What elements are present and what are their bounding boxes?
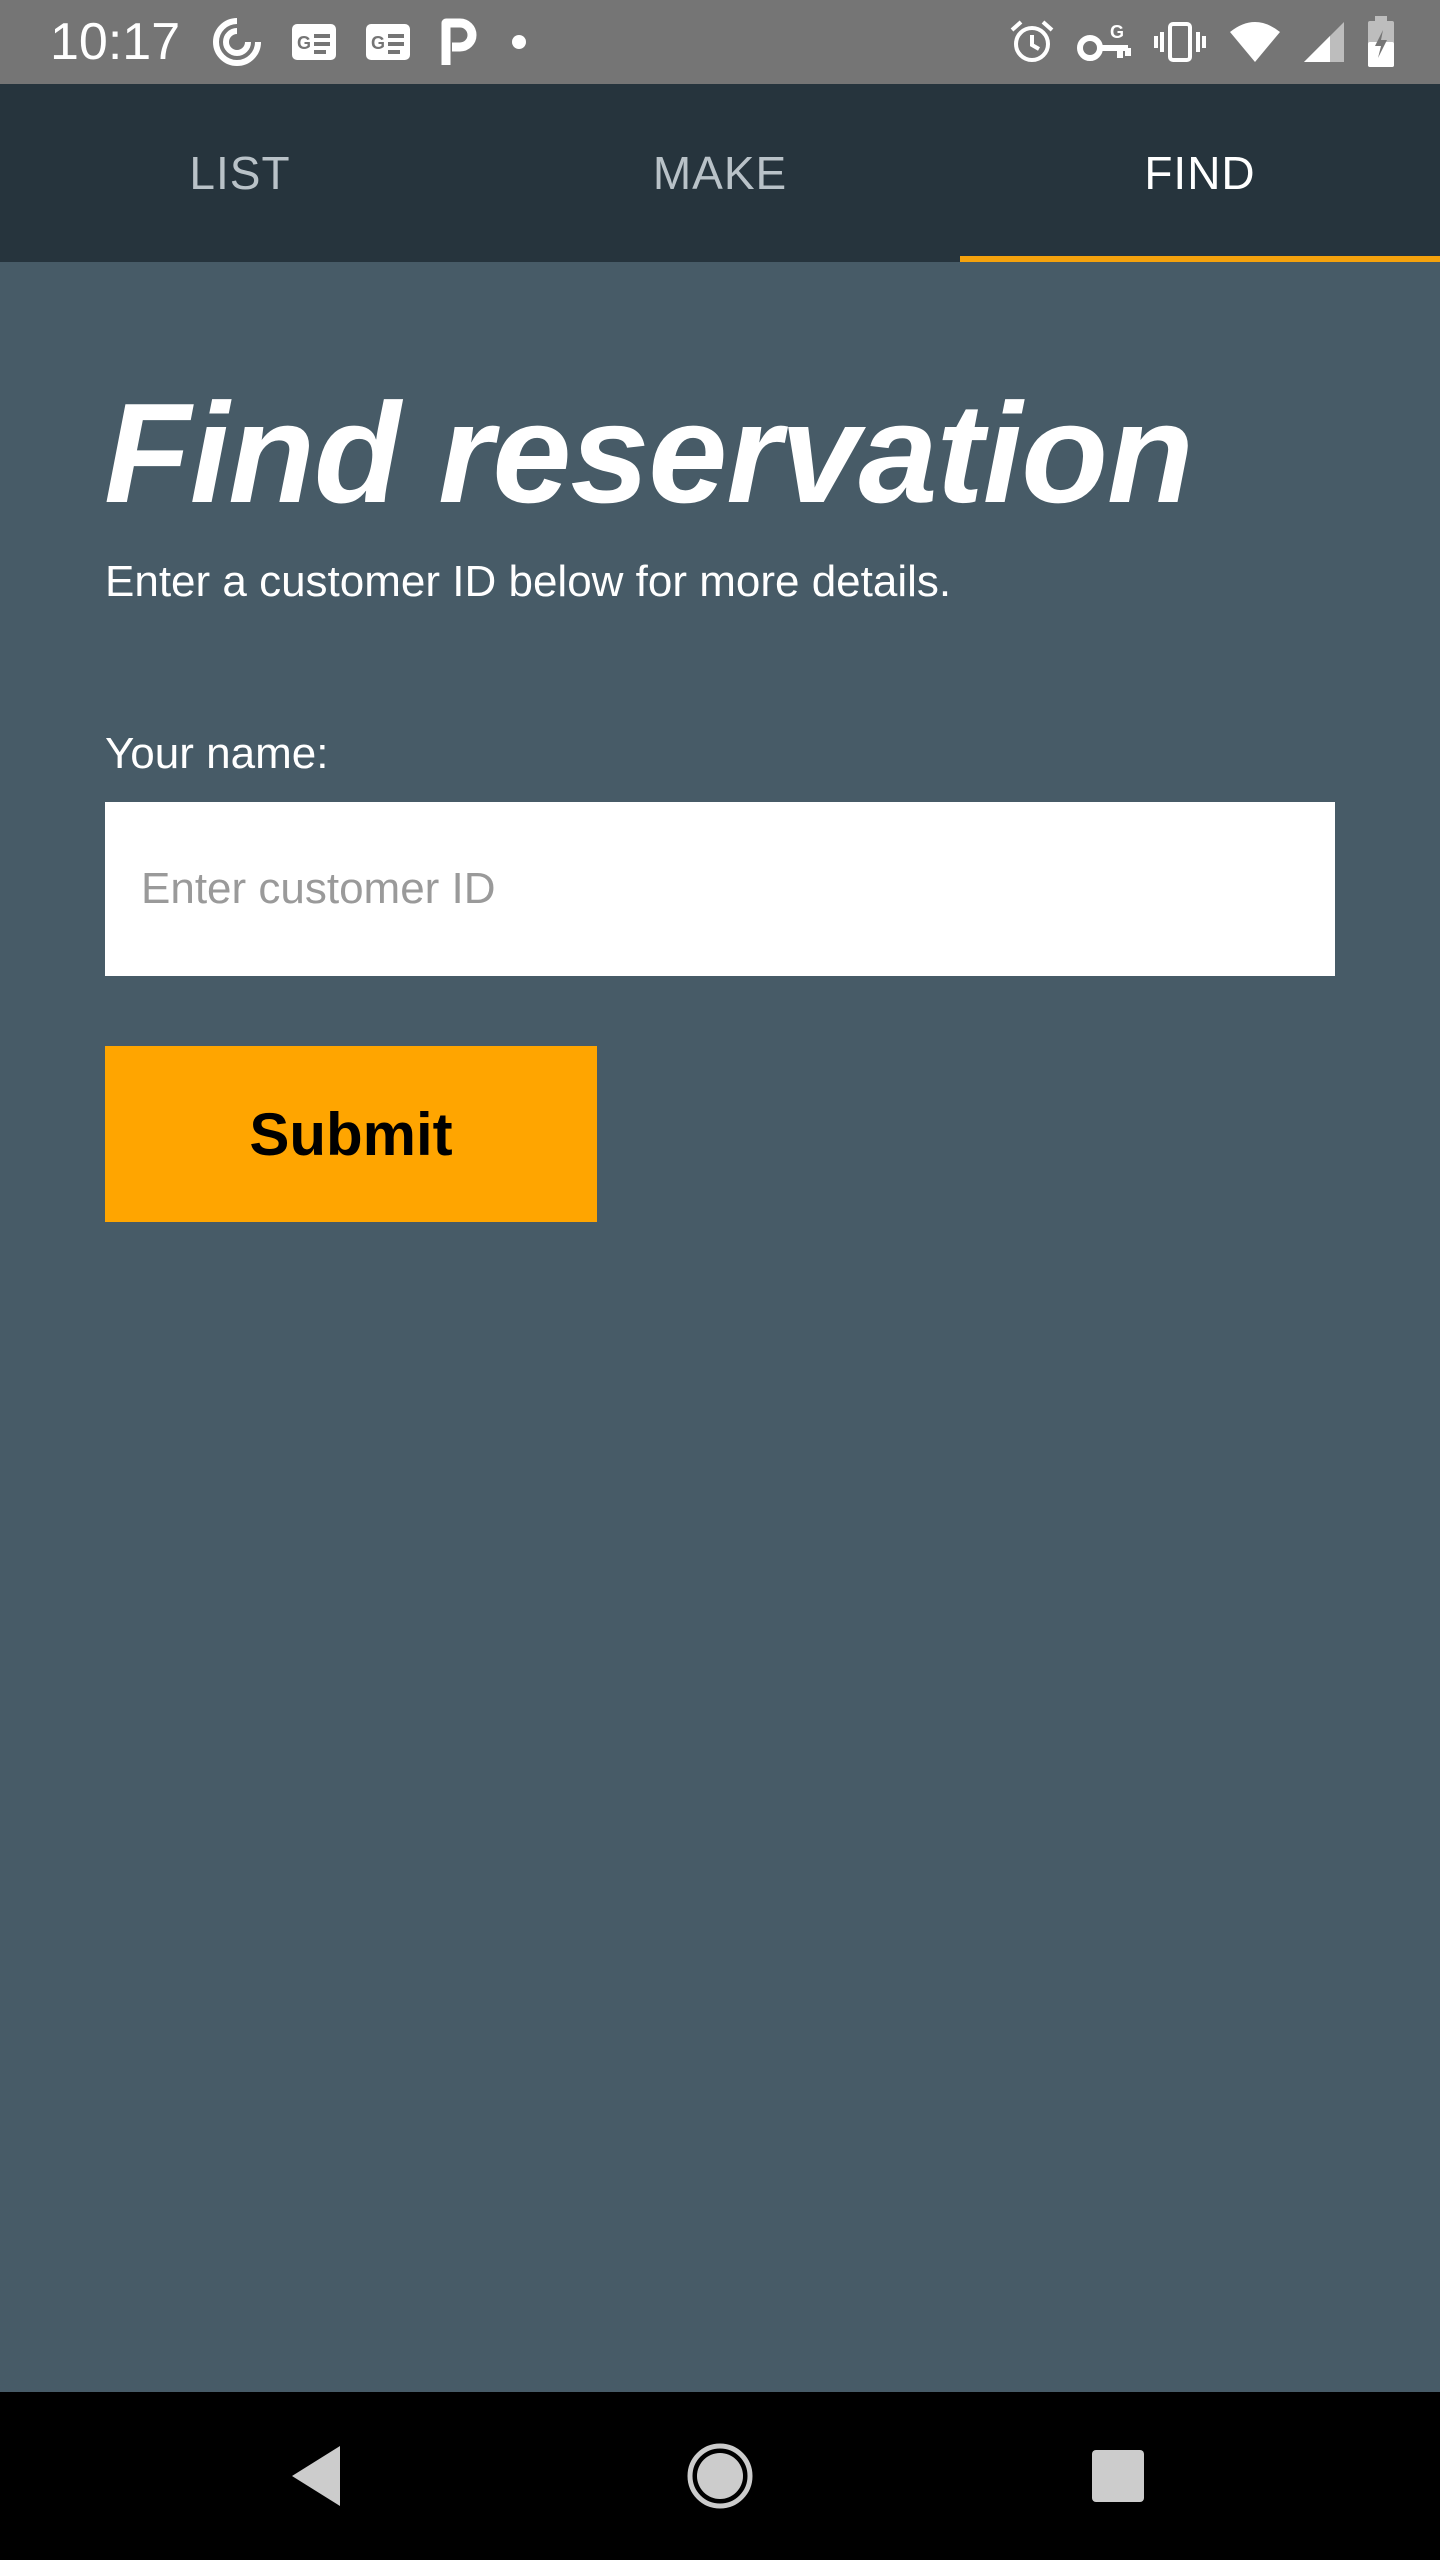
battery-icon <box>1366 16 1396 68</box>
sync-icon <box>210 15 264 69</box>
navigation-bar <box>0 2392 1440 2560</box>
tab-list[interactable]: LIST <box>0 84 480 262</box>
back-icon[interactable] <box>266 2426 366 2526</box>
news-icon: G <box>364 22 412 62</box>
status-time: 10:17 <box>50 13 181 71</box>
wifi-icon <box>1228 20 1282 64</box>
vibrate-icon <box>1152 18 1208 66</box>
alarm-icon <box>1008 18 1056 66</box>
customer-id-input[interactable] <box>105 802 1335 976</box>
recents-icon[interactable] <box>1068 2426 1168 2526</box>
parking-icon <box>438 17 478 67</box>
submit-button[interactable]: Submit <box>105 1046 597 1222</box>
vpn-key-icon: G <box>1076 18 1132 66</box>
tab-find[interactable]: FIND <box>960 84 1440 262</box>
field-label: Your name: <box>105 729 329 778</box>
dot-icon <box>504 27 534 57</box>
home-icon[interactable] <box>670 2426 770 2526</box>
tab-make[interactable]: MAKE <box>480 84 960 262</box>
news-icon: G <box>290 22 338 62</box>
svg-text:G: G <box>1110 22 1124 42</box>
page-title: Find reservation <box>104 374 1194 533</box>
svg-text:G: G <box>371 33 385 53</box>
status-right-icons: G <box>1008 14 1396 70</box>
status-bar: 10:17 G G G <box>0 0 1440 84</box>
signal-icon <box>1302 20 1346 64</box>
svg-text:G: G <box>297 33 311 53</box>
status-left-icons: G G <box>210 16 534 68</box>
find-reservation-form: Find reservation Enter a customer ID bel… <box>0 262 1440 2392</box>
tab-bar: LIST MAKE FIND <box>0 84 1440 262</box>
page-subtitle: Enter a customer ID below for more detai… <box>105 557 952 606</box>
